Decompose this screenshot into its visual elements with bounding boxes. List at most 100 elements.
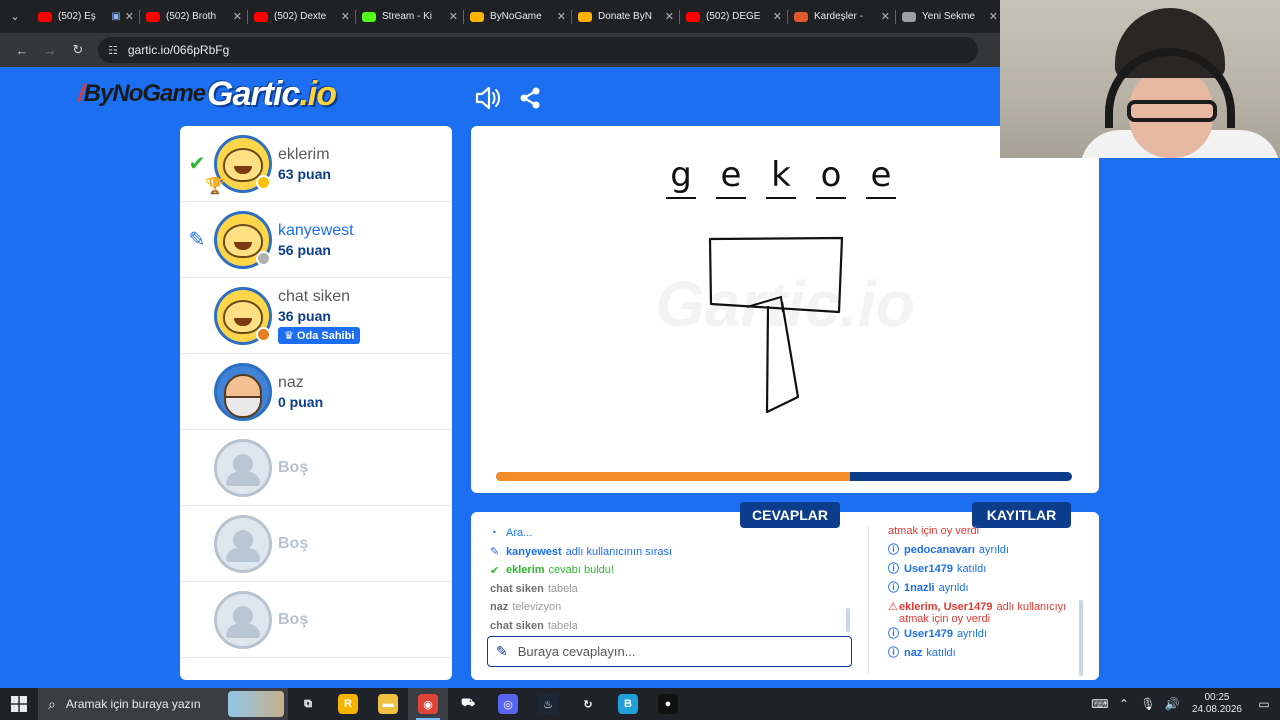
empty-slot: Boş [180, 582, 452, 658]
message-icon: ⚠ [888, 601, 898, 613]
player-name: naz [278, 373, 304, 391]
logs-line: ⚠ eklerim, User1479 adlı kullanıcıyı atmak… [888, 598, 1078, 625]
player-score: 0 puan [278, 393, 324, 410]
panel-divider [868, 526, 869, 674]
message-text: katıldı [926, 647, 956, 659]
taskbar-app-app-b[interactable]: B [608, 688, 648, 720]
message-icon: ⓘ [888, 628, 899, 640]
player-row: chat siken 36 puan ♛ Oda Sahibi [180, 278, 452, 354]
message-user: eklerim, User1479 [898, 601, 993, 613]
address-bar: ← → ↻ ☷ gartic.io/066pRbFg [0, 33, 1000, 67]
sponsor-logo: /ByNoGame [78, 80, 206, 107]
logs-line: atmak için oy verdi [888, 522, 1078, 541]
tab-favicon-icon [902, 11, 916, 22]
back-icon[interactable]: ← [8, 43, 36, 58]
tab-favicon-icon [362, 11, 376, 22]
browser-tab[interactable]: (502) Eş ▣ ✕ [32, 0, 140, 33]
browser-tab[interactable]: (502) Broth ✕ [140, 0, 248, 33]
microphone-icon[interactable]: 🎙 [1138, 697, 1158, 711]
empty-avatar [214, 438, 272, 497]
taskbar-app-rockstar[interactable]: R [328, 688, 368, 720]
taskbar-app-file-explorer[interactable]: ▬ [368, 688, 408, 720]
forward-icon[interactable]: → [36, 43, 64, 58]
webcam-person [1105, 8, 1235, 158]
browser-tab[interactable]: Stream - Ki ✕ [356, 0, 464, 33]
message-user: User1479 [904, 563, 953, 575]
browser-tab[interactable]: (502) DEĞE ✕ [680, 0, 788, 33]
browser-tab[interactable]: ByNoGame ✕ [464, 0, 572, 33]
logs-feed: atmak için oy verdi ⓘ pedocanavarı ayrıldı ⓘ… [888, 522, 1078, 678]
drawing-canvas[interactable]: Gartic.io gekoe [471, 126, 1099, 493]
tab-search-menu-icon[interactable]: ⌄ [4, 6, 26, 28]
close-tab-icon[interactable]: ✕ [341, 10, 350, 23]
notifications-icon[interactable]: ▭ [1254, 697, 1274, 711]
message-body: atmak için oy verdi [888, 525, 979, 537]
message-user: naz [490, 601, 509, 614]
message-text: adlı kullanıcının sırası [565, 545, 673, 558]
message-text: tabela [547, 619, 578, 632]
taskbar-app-app-green[interactable]: ↻ [568, 688, 608, 720]
close-tab-icon[interactable]: ✕ [989, 10, 998, 23]
close-tab-icon[interactable]: ✕ [125, 10, 134, 23]
browser-tab[interactable]: (502) Dexte ✕ [248, 0, 356, 33]
answers-line: ◔ Ara... [490, 524, 850, 543]
browser-tab[interactable]: Yeni Sekme ✕ [896, 0, 1004, 33]
message-user: User1479 [904, 628, 953, 640]
close-tab-icon[interactable]: ✕ [233, 10, 242, 23]
taskbar-app-obs[interactable]: ● [648, 688, 688, 720]
answers-line: naz televizyon [490, 598, 850, 617]
tab-title: Stream - Ki [382, 11, 433, 22]
taskbar-search[interactable]: ⌕ Aramak için buraya yazın [38, 688, 288, 720]
tab-title: (502) Broth [166, 11, 217, 22]
status-dot [256, 250, 271, 266]
taskbar-app-steam[interactable]: ♨ [528, 688, 568, 720]
empty-slot: Boş [180, 430, 452, 506]
chevron-up-icon[interactable]: ⌃ [1114, 697, 1134, 711]
answers-line: chat siken tabela [490, 580, 850, 599]
taskbar: ⌕ Aramak için buraya yazın ⧉ R ▬ ◉ ⛟ ◎ ♨ ↻ B ● ⌨ … [0, 688, 1280, 720]
logs-line: ⓘ pedocanavarı ayrıldı [888, 541, 1078, 560]
sound-icon[interactable] [474, 84, 502, 112]
message-icon: ◔ [490, 527, 497, 540]
message-body: naz katıldı [904, 647, 956, 659]
answers-line: ✎ kanyewest adlı kullanıcının sırası [490, 543, 850, 562]
taskbar-app-discord[interactable]: ◎ [488, 688, 528, 720]
close-tab-icon[interactable]: ✕ [881, 10, 890, 23]
answer-field[interactable]: ✎ [487, 636, 852, 667]
player-row: ✎ kanyewest 56 puan [180, 202, 452, 278]
hint-letter: e [721, 155, 742, 195]
close-tab-icon[interactable]: ✕ [665, 10, 674, 23]
taskbar-app-chrome[interactable]: ◉ [408, 688, 448, 720]
share-icon[interactable] [516, 84, 544, 112]
answer-input[interactable] [517, 644, 818, 659]
drawing-svg: Gartic.io gekoe [655, 155, 915, 414]
browser-tab[interactable]: Donate ByN ✕ [572, 0, 680, 33]
clock-date: 24.08.2026 [1191, 704, 1242, 715]
player-row: ✔ 🏆 eklerim 63 puan [180, 126, 452, 202]
close-tab-icon[interactable]: ✕ [773, 10, 782, 23]
url-field[interactable]: ☷ gartic.io/066pRbFg [98, 37, 978, 63]
reload-icon[interactable]: ↻ [64, 42, 92, 58]
logs-line: ⓘ User1479 ayrıldı [888, 625, 1078, 644]
close-tab-icon[interactable]: ✕ [557, 10, 566, 23]
message-body: chat siken tabela [490, 620, 578, 632]
taskbar-app-task-view[interactable]: ⧉ [288, 688, 328, 720]
taskbar-app-app-drive[interactable]: ⛟ [448, 688, 488, 720]
keyboard-icon[interactable]: ⌨ [1090, 697, 1110, 711]
answers-scrollbar[interactable] [846, 608, 850, 632]
close-tab-icon[interactable]: ✕ [449, 10, 458, 23]
tab-favicon-icon [686, 11, 700, 22]
logs-line: ⓘ naz katıldı [888, 644, 1078, 663]
tab-favicon-icon [38, 11, 52, 22]
windows-start-icon[interactable] [0, 688, 38, 720]
clock[interactable]: 00:25 24.08.2026 [1192, 692, 1242, 716]
site-settings-icon[interactable]: ☷ [108, 44, 118, 57]
player-score: 36 puan [278, 307, 331, 324]
logo-main: Gartic [207, 74, 300, 113]
canvas-watermark: Gartic.io [655, 268, 915, 340]
player-row: naz 0 puan [180, 354, 452, 430]
volume-icon[interactable]: 🔊 [1162, 697, 1182, 711]
message-icon: ⓘ [888, 563, 899, 575]
browser-tab[interactable]: Kardeşler - ✕ [788, 0, 896, 33]
logs-scrollbar[interactable] [1079, 600, 1083, 676]
